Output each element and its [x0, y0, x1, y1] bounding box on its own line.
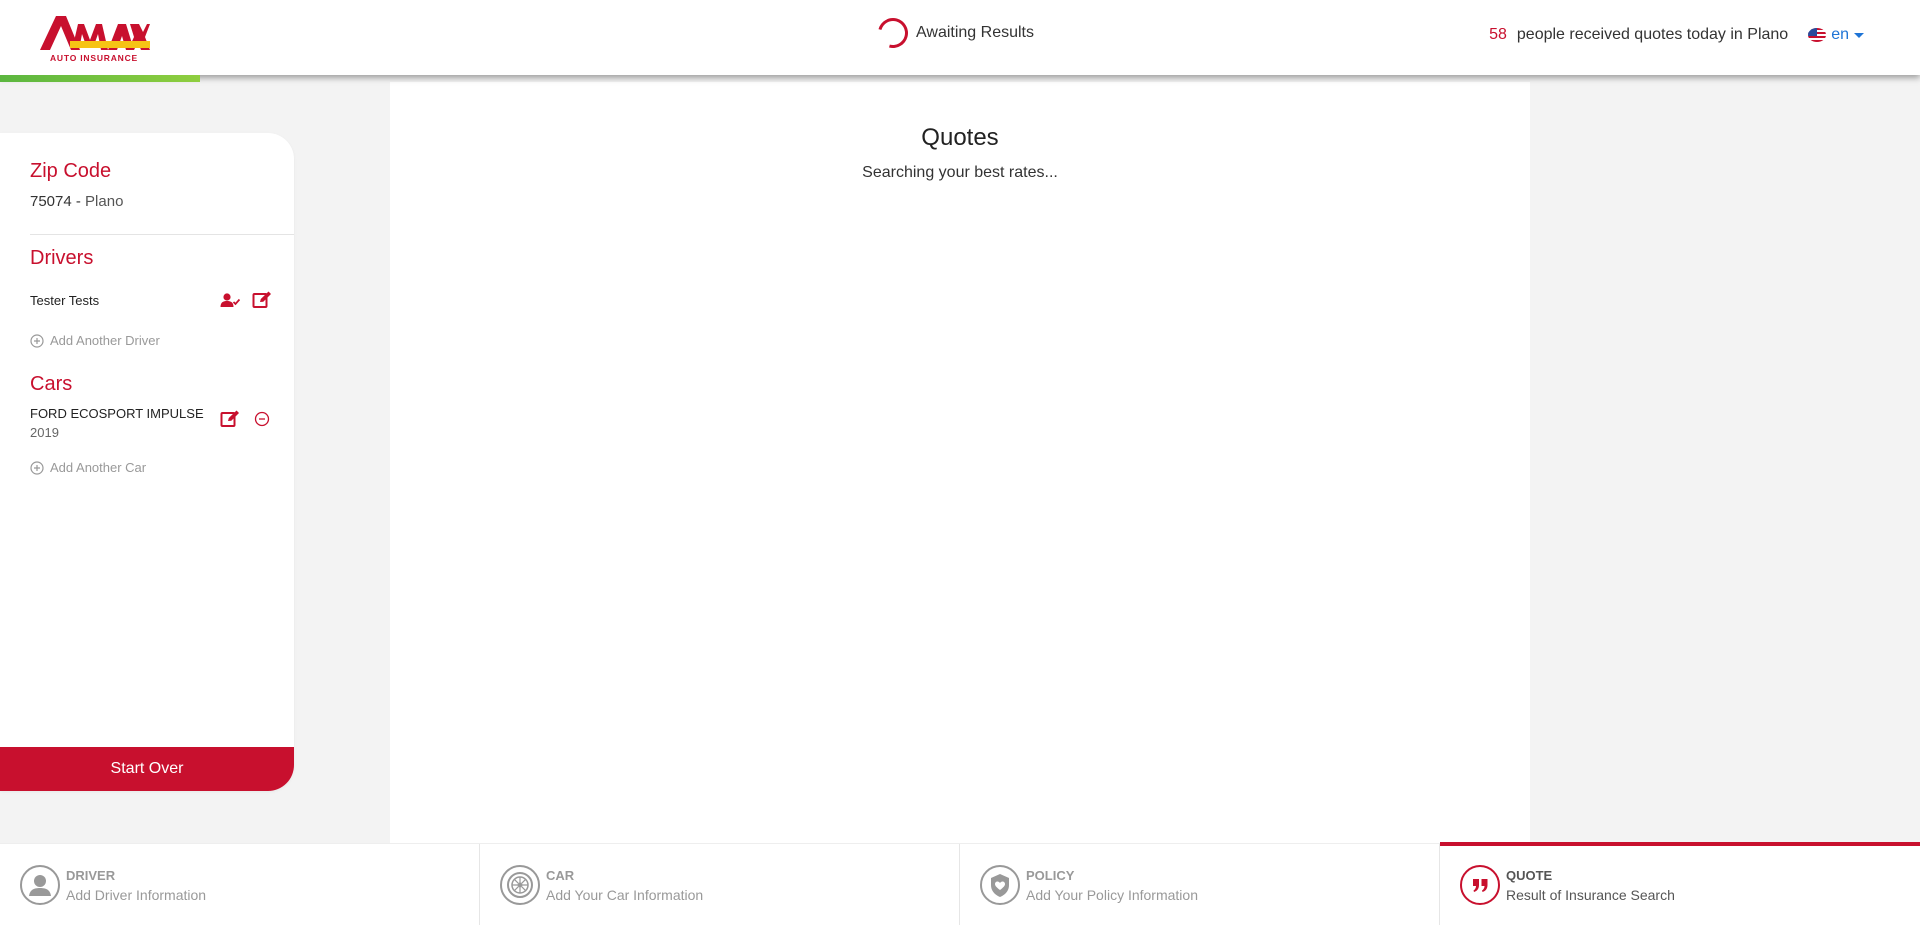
plus-circle-icon	[30, 460, 44, 475]
step-title: CAR	[546, 867, 575, 883]
header: AUTO INSURANCE Awaiting Results 58 peopl…	[0, 0, 1920, 75]
add-car-label: Add Another Car	[50, 460, 147, 475]
person-icon	[20, 865, 60, 905]
step-text: DRIVER Add Driver Information	[66, 868, 206, 903]
caret-down-icon	[1854, 32, 1864, 38]
car-row: FORD ECOSPORT IMPULSE 2019	[30, 406, 274, 440]
zip-title: Zip Code	[30, 160, 112, 182]
people-count: 58	[1489, 26, 1507, 43]
start-over-button[interactable]: Start Over	[0, 747, 294, 791]
page-subtitle: Searching your best rates...	[862, 164, 1058, 181]
wheel-icon	[500, 865, 540, 905]
step-driver[interactable]: DRIVER Add Driver Information	[0, 844, 480, 925]
quotes-panel: Quotes Searching your best rates...	[390, 82, 1530, 844]
step-policy[interactable]: POLICY Add Your Policy Information	[960, 844, 1440, 925]
amax-logo[interactable]: AUTO INSURANCE	[38, 14, 150, 64]
zip-code: 75074 -	[30, 193, 81, 210]
loading-status: Awaiting Results	[872, 12, 1034, 54]
drivers-title: Drivers	[30, 247, 94, 269]
status-text: Awaiting Results	[916, 24, 1034, 41]
car-info: FORD ECOSPORT IMPULSE 2019	[30, 406, 210, 440]
svg-text:AUTO INSURANCE: AUTO INSURANCE	[50, 53, 138, 63]
driver-name: Tester Tests	[30, 292, 100, 308]
zip-city: Plano	[85, 193, 124, 210]
page-title: Quotes	[921, 124, 999, 151]
summary-sidebar: Zip Code 75074 - Plano Drivers Tester Te…	[0, 133, 294, 791]
step-navigation: DRIVER Add Driver Information CAR Add Yo…	[0, 842, 1920, 925]
car-year: 2019	[30, 425, 59, 440]
driver-row: Tester Tests	[30, 289, 274, 311]
step-quote[interactable]: QUOTE Result of Insurance Search	[1440, 842, 1920, 925]
step-text: QUOTE Result of Insurance Search	[1506, 868, 1675, 903]
spinner-icon	[872, 12, 914, 54]
step-sub: Add Driver Information	[66, 886, 207, 903]
people-text: people received quotes today in Plano	[1516, 26, 1789, 43]
plus-circle-icon	[30, 333, 44, 348]
step-text: POLICY Add Your Policy Information	[1026, 868, 1198, 903]
step-title: DRIVER	[66, 867, 116, 883]
zip-value: 75074 - Plano	[30, 193, 123, 210]
add-car-link[interactable]: Add Another Car	[30, 460, 146, 475]
driver-check-icon[interactable]	[218, 289, 242, 311]
zip-block: Zip Code 75074 - Plano	[30, 160, 123, 210]
cars-title: Cars	[30, 373, 73, 395]
step-sub: Add Your Car Information	[546, 886, 704, 903]
remove-car-icon[interactable]	[250, 408, 274, 430]
step-sub: Result of Insurance Search	[1506, 886, 1675, 903]
divider	[30, 234, 294, 235]
add-driver-link[interactable]: Add Another Driver	[30, 333, 160, 348]
step-title: QUOTE	[1506, 867, 1553, 883]
step-text: CAR Add Your Car Information	[546, 868, 703, 903]
edit-car-icon[interactable]	[218, 408, 242, 430]
step-title: POLICY	[1026, 867, 1075, 883]
quote-icon	[1460, 865, 1500, 905]
add-driver-label: Add Another Driver	[50, 333, 160, 348]
header-right: 58 people received quotes today in Plano…	[1489, 26, 1864, 44]
edit-driver-icon[interactable]	[250, 289, 274, 311]
step-sub: Add Your Policy Information	[1026, 886, 1198, 903]
step-car[interactable]: CAR Add Your Car Information	[480, 844, 960, 925]
progress-bar	[0, 75, 200, 82]
us-flag-icon	[1808, 28, 1827, 42]
shield-icon	[980, 865, 1020, 905]
car-name: FORD ECOSPORT IMPULSE	[30, 406, 204, 421]
language-selector[interactable]: en	[1808, 26, 1864, 44]
language-label: en	[1831, 26, 1849, 43]
